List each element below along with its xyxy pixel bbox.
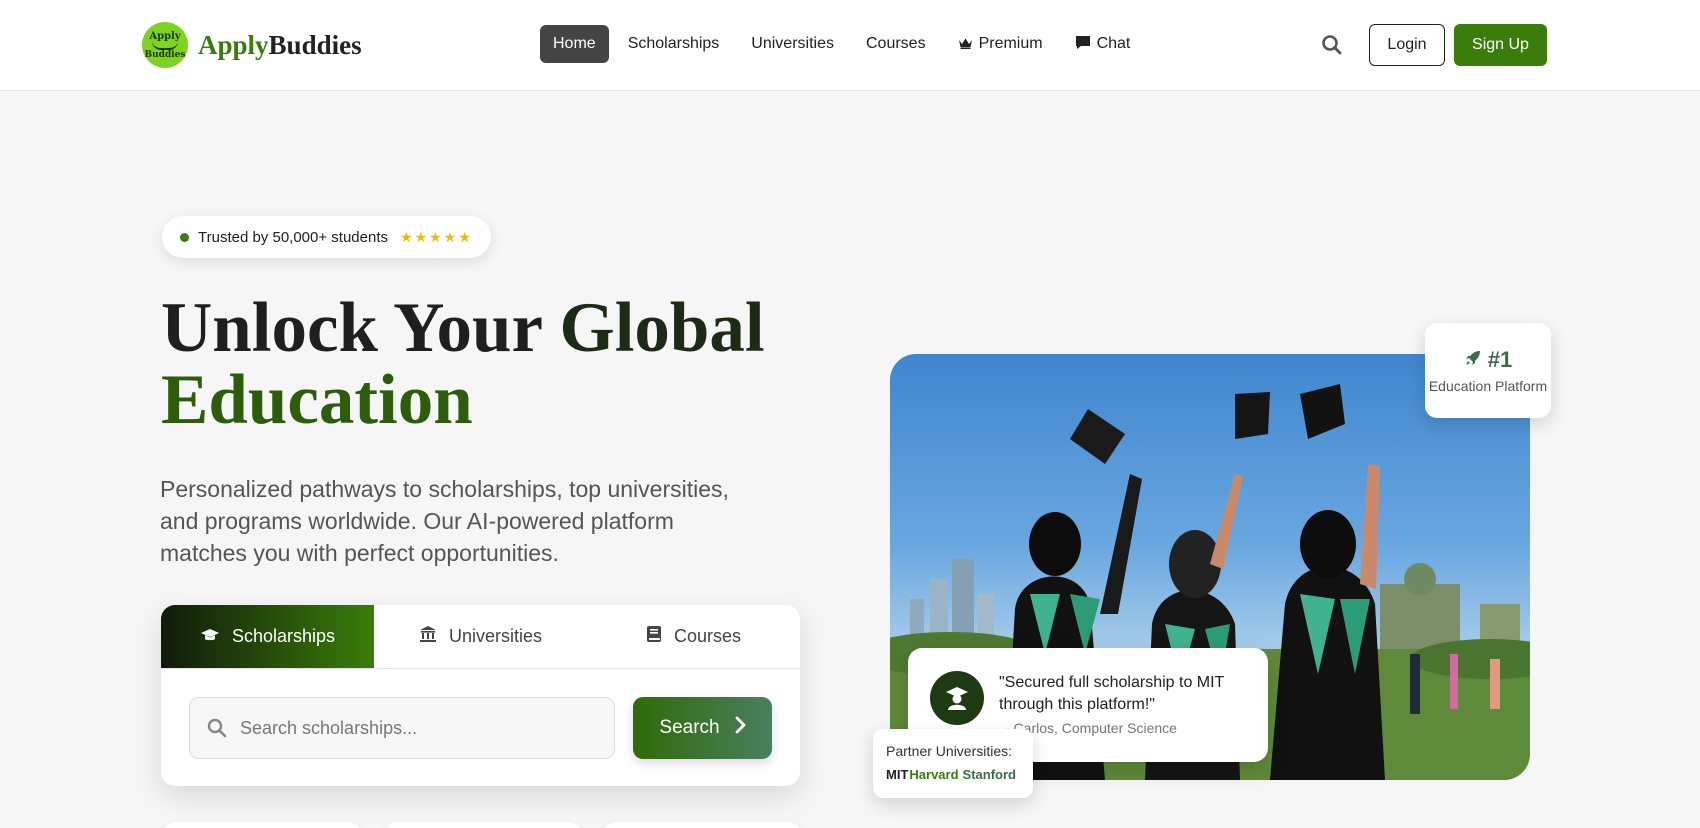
- search-icon[interactable]: [1320, 33, 1344, 57]
- nav-chat-label: Chat: [1096, 35, 1131, 52]
- search-field-icon: [206, 717, 228, 739]
- tab-scholarships[interactable]: Scholarships: [161, 605, 374, 668]
- nav-premium-label: Premium: [978, 35, 1043, 52]
- tab-scholarships-label: Scholarships: [231, 626, 336, 646]
- nav-scholarships[interactable]: Scholarships: [615, 25, 733, 63]
- chevron-right-icon: [734, 716, 746, 740]
- main-nav: Home Scholarships Universities Courses P…: [540, 25, 1149, 63]
- ranking-number: #1: [1487, 346, 1513, 372]
- nav-home-label: Home: [553, 35, 596, 52]
- logo-badge-icon: Apply Buddies: [142, 22, 188, 68]
- quick-filter-pill[interactable]: [602, 822, 802, 828]
- institution-icon: [419, 625, 437, 648]
- quick-filter-pill[interactable]: [383, 822, 583, 828]
- graduate-avatar-icon: [930, 671, 984, 725]
- hero-description: Personalized pathways to scholarships, t…: [160, 476, 729, 566]
- rating-stars-icon: ★★★★★: [399, 228, 473, 245]
- top-navbar: Apply Buddies ApplyBuddies Home Scholars…: [0, 0, 1700, 91]
- partners-label: Partner Universities:: [886, 743, 1013, 759]
- hero-title-line1-a: Unlock Your: [161, 289, 560, 367]
- tab-courses[interactable]: Courses: [587, 605, 800, 668]
- partner-universities-card: Partner Universities: MITHarvard Stanford: [873, 729, 1033, 798]
- hero-title-line2: Education: [161, 361, 473, 439]
- logo-badge-bottom-text: Buddies: [144, 50, 186, 60]
- logo-smile-icon: [152, 41, 178, 50]
- partners-list: MITHarvard Stanford: [886, 767, 1016, 782]
- ranking-value: #1: [1464, 347, 1512, 373]
- nav-courses-label: Courses: [865, 35, 926, 52]
- graduation-cap-icon: [200, 626, 220, 647]
- search-input[interactable]: [240, 717, 600, 739]
- nav-universities[interactable]: Universities: [738, 25, 847, 63]
- tab-universities-label: Universities: [448, 626, 543, 646]
- nav-universities-label: Universities: [751, 35, 834, 52]
- book-icon: [646, 625, 662, 648]
- search-tabs: Scholarships Universities Courses: [161, 605, 800, 669]
- search-submit-button[interactable]: Search: [633, 697, 772, 759]
- ranking-label: Education Platform: [1428, 377, 1548, 394]
- testimonial-quote: "Secured full scholarship to MIT through…: [999, 674, 1225, 713]
- hero-title: Unlock Your Global Education: [161, 292, 765, 436]
- login-button[interactable]: Login: [1369, 24, 1445, 66]
- search-submit-label: Search: [659, 717, 720, 738]
- hero-title-line1-b: Global: [559, 289, 765, 367]
- nav-home[interactable]: Home: [540, 25, 609, 63]
- trust-text: Trusted by 50,000+ students: [198, 228, 388, 246]
- hero-title-line1: Unlock Your Global: [161, 292, 765, 364]
- tab-universities[interactable]: Universities: [374, 605, 587, 668]
- brand-name-part2: Buddies: [268, 29, 362, 60]
- quick-filter-pill[interactable]: [162, 822, 362, 828]
- trust-badge: Trusted by 50,000+ students ★★★★★: [162, 216, 491, 258]
- brand-name-part1: Apply: [198, 29, 269, 60]
- chat-icon: [1075, 35, 1091, 53]
- search-field[interactable]: [189, 697, 615, 759]
- tab-courses-label: Courses: [673, 626, 742, 646]
- status-dot: [180, 232, 189, 242]
- nav-scholarships-label: Scholarships: [627, 35, 720, 52]
- ranking-card: #1 Education Platform: [1425, 323, 1551, 418]
- partner-mit: MIT: [886, 767, 909, 782]
- brand-name: ApplyBuddies: [198, 30, 362, 61]
- brand-logo[interactable]: Apply Buddies ApplyBuddies: [142, 22, 362, 68]
- rocket-icon: [1464, 347, 1482, 373]
- search-card: Scholarships Universities Courses Search: [161, 605, 800, 786]
- partner-harvard: Harvard: [909, 767, 959, 782]
- signup-button[interactable]: Sign Up: [1454, 24, 1547, 66]
- nav-courses[interactable]: Courses: [853, 25, 939, 63]
- nav-premium[interactable]: Premium: [945, 25, 1056, 63]
- partner-stanford: Stanford: [962, 767, 1016, 782]
- nav-chat[interactable]: Chat: [1062, 25, 1144, 63]
- crown-icon: [958, 36, 973, 52]
